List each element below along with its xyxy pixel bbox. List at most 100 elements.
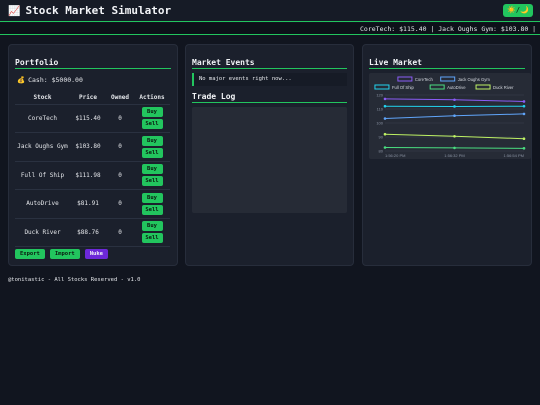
stock-name: Duck River: [15, 218, 70, 247]
app-header: 📈 Stock Market Simulator ☀️/🌙: [0, 0, 540, 22]
stock-owned: 0: [106, 161, 134, 190]
legend-swatch: [374, 84, 390, 90]
buy-button[interactable]: Buy: [141, 107, 163, 118]
y-tick-label: 80: [379, 149, 384, 154]
live-market-panel: Live Market CoreTech Jack Oughs Gym Full O…: [362, 44, 532, 266]
table-row: Full Of Ship $111.98 0 Buy Sell: [15, 161, 170, 190]
stock-price: $88.76: [70, 218, 106, 247]
stock-price: $111.98: [70, 161, 106, 190]
portfolio-actions: Export Import Nuke: [15, 249, 108, 259]
portfolio-divider: [15, 68, 171, 69]
x-tick-label: 1:56:20 PM: [385, 153, 405, 158]
legend-swatch: [429, 84, 445, 90]
market-events-title: Market Events: [192, 58, 255, 67]
portfolio-title: Portfolio: [15, 58, 59, 67]
data-point: [383, 117, 387, 120]
nuke-button[interactable]: Nuke: [84, 249, 108, 259]
trade-log-title: Trade Log: [192, 92, 236, 101]
table-row: Jack Oughs Gym $103.80 0 Buy Sell: [15, 132, 170, 162]
buy-button[interactable]: Buy: [141, 164, 163, 175]
import-button[interactable]: Import: [49, 249, 80, 259]
legend-label: Full Of Ship: [392, 85, 415, 90]
sun-moon-icon: ☀️/🌙: [507, 6, 529, 14]
sell-button[interactable]: Sell: [141, 119, 163, 130]
live-market-chart: CoreTech Jack Oughs Gym Full Of Ship AutoDr…: [369, 73, 531, 159]
cash-label: Cash: $5000.00: [28, 76, 83, 84]
y-tick-label: 100: [376, 121, 383, 126]
events-divider: [192, 68, 347, 69]
x-tick-label: 1:56:32 PM: [444, 153, 464, 158]
price-ticker: CoreTech: $115.40 | Jack Oughs Gym: $103…: [0, 23, 540, 35]
y-tick-label: 120: [376, 93, 383, 98]
table-row: Duck River $88.76 0 Buy Sell: [15, 218, 170, 247]
buy-button[interactable]: Buy: [141, 221, 163, 232]
data-point: [522, 104, 526, 108]
data-point: [453, 114, 456, 118]
table-header-row: Stock Price Owned Actions: [15, 92, 170, 105]
live-market-title: Live Market: [369, 58, 422, 67]
stock-actions: Buy Sell: [134, 218, 170, 247]
portfolio-table: Stock Price Owned Actions CoreTech $115.…: [15, 92, 170, 247]
table-row: CoreTech $115.40 0 Buy Sell: [15, 104, 170, 133]
data-point: [453, 146, 456, 150]
chart-increasing-icon: 📈: [8, 6, 21, 17]
portfolio-panel: Portfolio 💰 Cash: $5000.00 Stock Price Ow…: [8, 44, 178, 266]
data-point: [453, 135, 456, 138]
legend-label: Duck River: [493, 85, 514, 90]
stock-name: Full Of Ship: [15, 161, 70, 190]
legend-swatch: [475, 84, 491, 90]
data-point: [383, 104, 387, 108]
stock-owned: 0: [106, 218, 134, 247]
export-button[interactable]: Export: [15, 249, 45, 259]
stock-actions: Buy Sell: [134, 189, 170, 219]
legend-label: AutoDrive: [447, 85, 466, 90]
buy-button[interactable]: Buy: [141, 135, 163, 146]
data-point: [522, 100, 526, 103]
y-tick-label: 90: [379, 135, 384, 140]
column-header-actions: Actions: [134, 92, 170, 105]
sell-button[interactable]: Sell: [141, 233, 163, 244]
theme-toggle-button[interactable]: ☀️/🌙: [503, 4, 533, 17]
money-bag-icon: 💰: [17, 76, 26, 84]
table-row: AutoDrive $81.91 0 Buy Sell: [15, 189, 170, 219]
stock-actions: Buy Sell: [134, 132, 170, 162]
data-point: [383, 97, 387, 101]
stock-price: $81.91: [70, 189, 106, 219]
app-title: 📈 Stock Market Simulator: [8, 4, 171, 17]
stock-price: $115.40: [70, 104, 106, 133]
x-tick-label: 1:56:54 PM: [504, 153, 524, 158]
ticker-text: CoreTech: $115.40 | Jack Oughs Gym: $103…: [360, 25, 540, 33]
stock-actions: Buy Sell: [134, 104, 170, 133]
stock-name: Jack Oughs Gym: [15, 132, 70, 162]
data-point: [383, 146, 387, 149]
sell-button[interactable]: Sell: [141, 147, 163, 158]
data-point: [522, 137, 526, 141]
stock-name: AutoDrive: [15, 189, 70, 219]
live-market-divider: [369, 68, 525, 69]
stock-owned: 0: [106, 189, 134, 219]
legend-label: CoreTech: [415, 77, 434, 82]
sell-button[interactable]: Sell: [141, 176, 163, 187]
data-point: [522, 147, 526, 150]
legend-swatch: [397, 76, 413, 82]
column-header-owned: Owned: [106, 92, 134, 105]
legend-label: Jack Oughs Gym: [458, 77, 491, 82]
data-point: [522, 112, 526, 116]
sell-button[interactable]: Sell: [141, 204, 163, 215]
events-panel: Market Events No major events right now.…: [185, 44, 354, 266]
trade-log-box[interactable]: [192, 107, 347, 213]
stock-name: CoreTech: [15, 104, 70, 133]
column-header-price: Price: [70, 92, 106, 105]
cash-balance: 💰 Cash: $5000.00: [17, 76, 83, 84]
market-events-box: No major events right now...: [192, 73, 347, 86]
legend-swatch: [440, 76, 456, 82]
market-events-message: No major events right now...: [199, 76, 292, 82]
chart-svg: CoreTech Jack Oughs Gym Full Of Ship AutoDr…: [374, 76, 526, 158]
y-tick-label: 110: [377, 107, 384, 112]
data-point: [453, 98, 456, 102]
buy-button[interactable]: Buy: [141, 192, 163, 203]
stock-actions: Buy Sell: [134, 161, 170, 190]
column-header-stock: Stock: [15, 92, 70, 105]
stock-owned: 0: [106, 132, 134, 162]
app-title-text: Stock Market Simulator: [25, 4, 172, 17]
